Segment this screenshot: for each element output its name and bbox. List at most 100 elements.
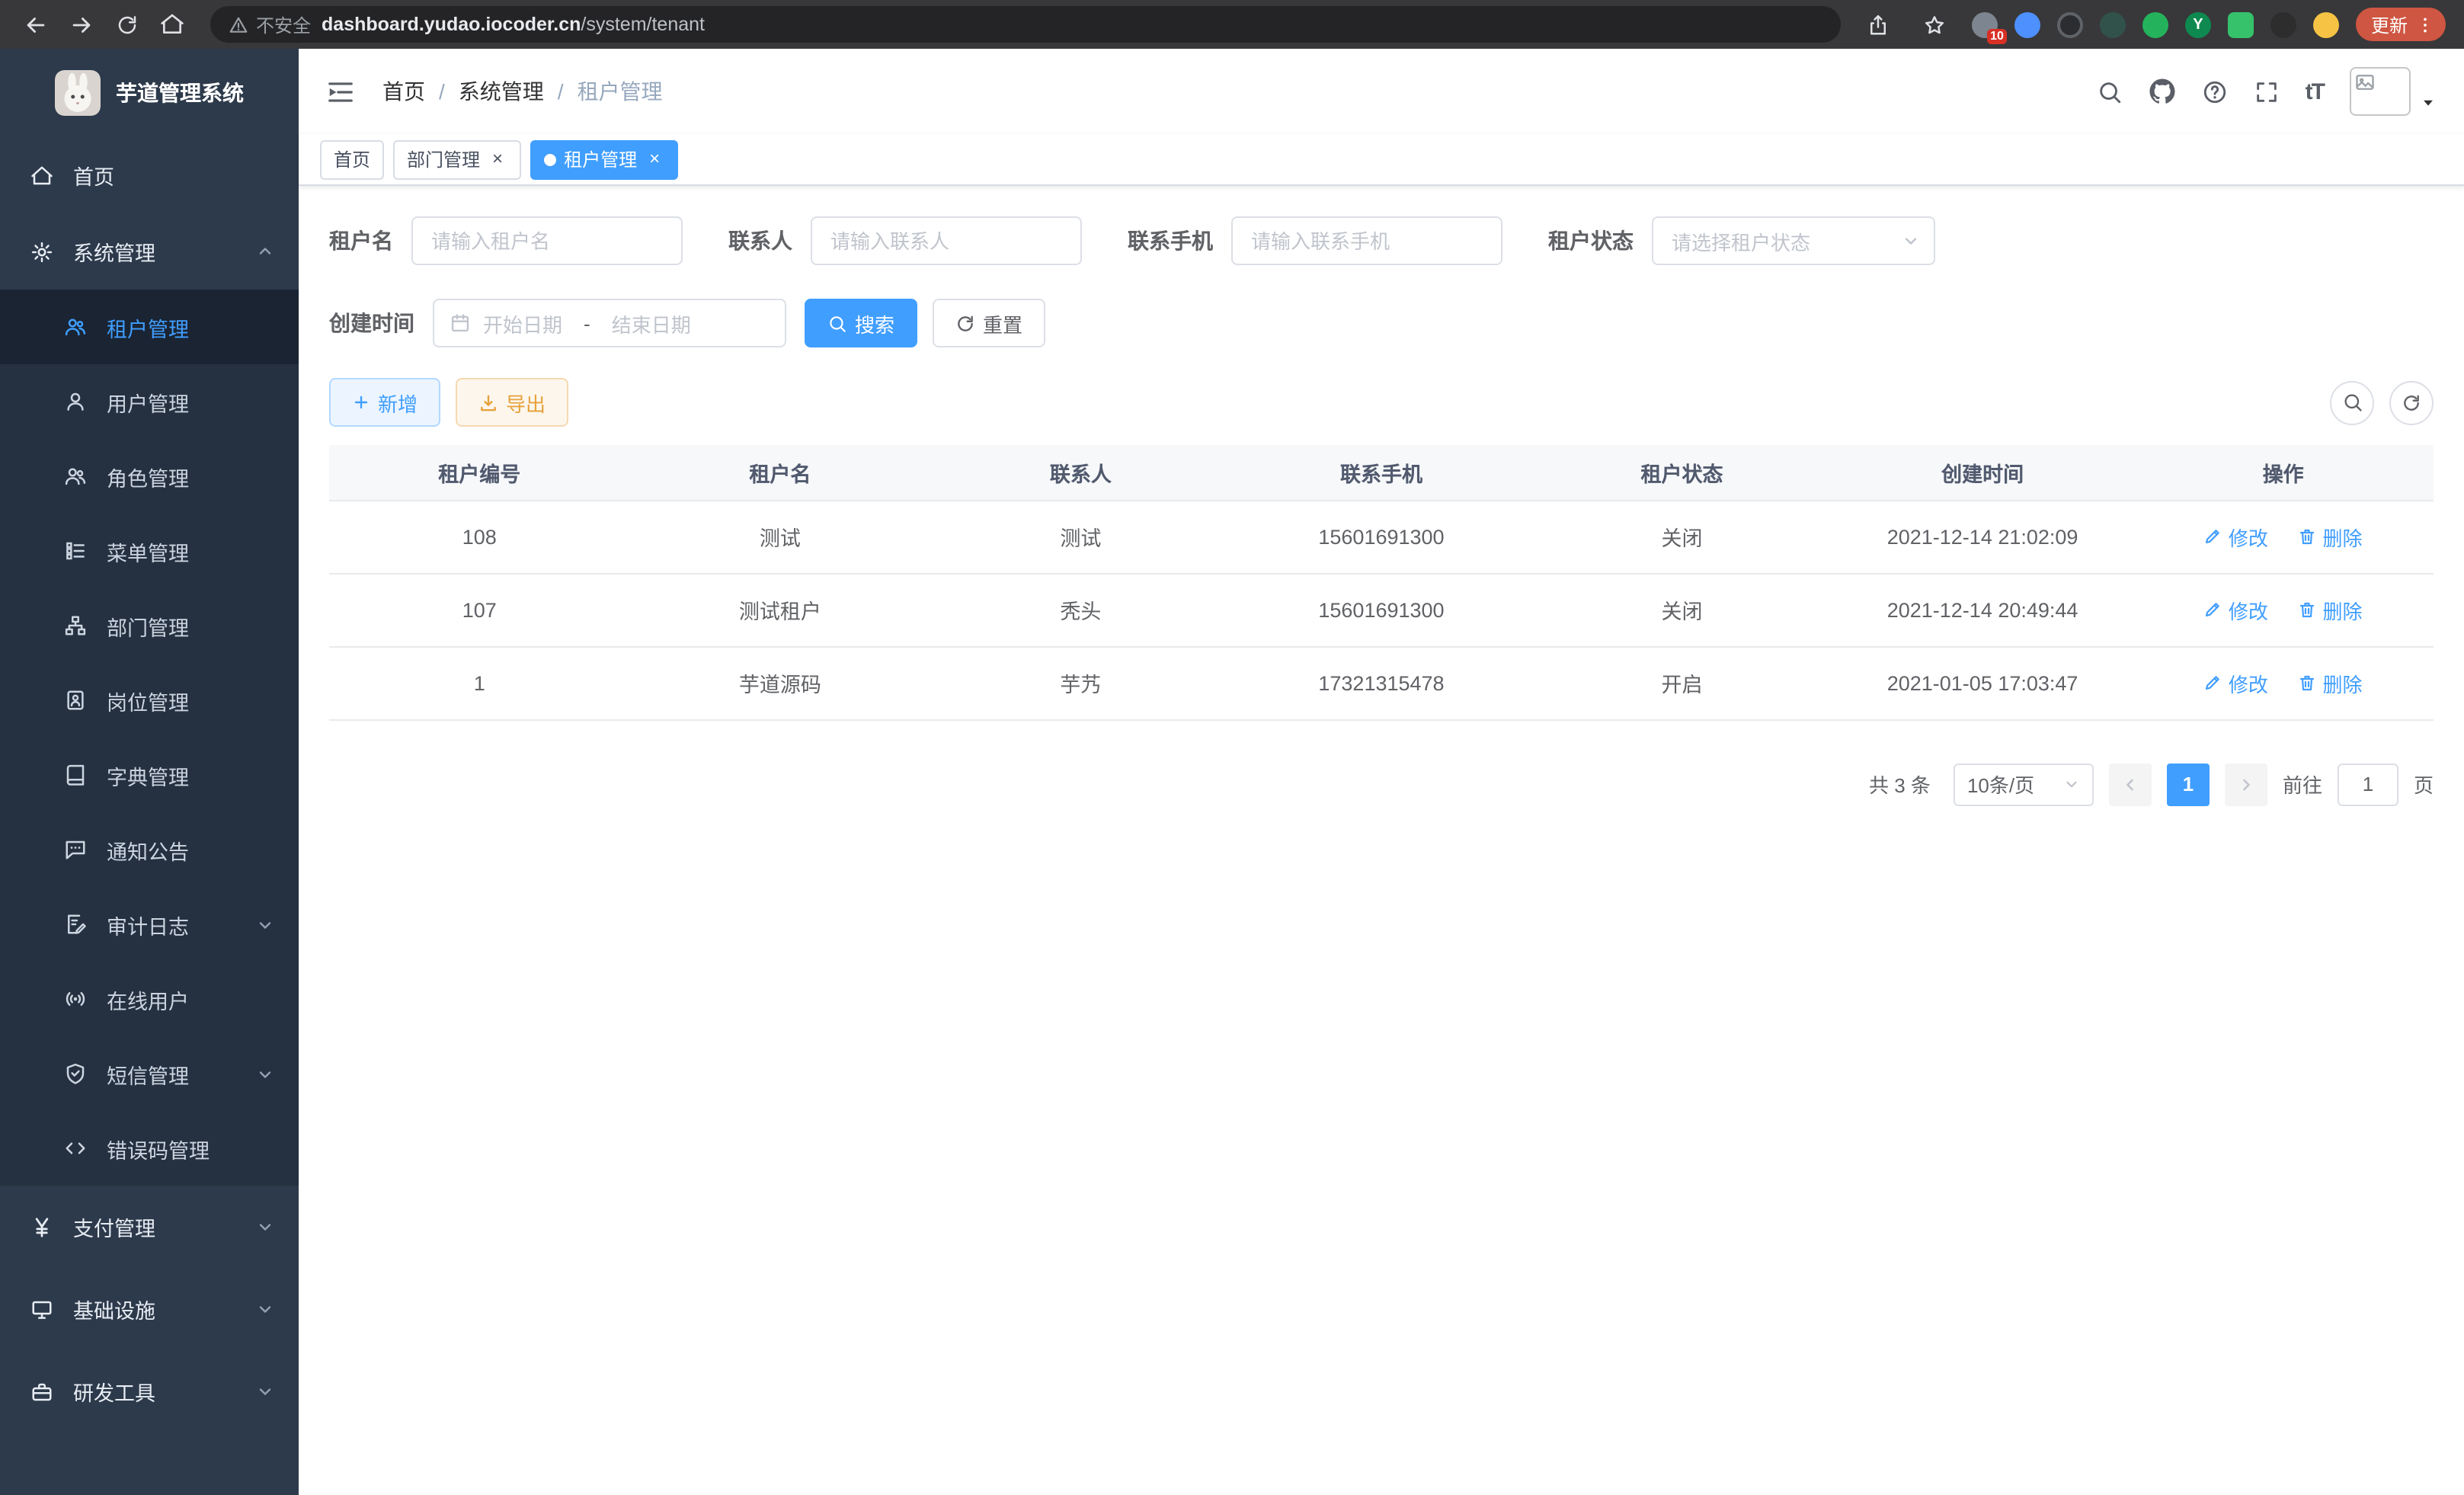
cell-phone: 15601691300 [1231,573,1532,646]
extension-icon-plug[interactable] [2270,11,2296,37]
search-icon [2341,392,2363,413]
tab-home[interactable]: 首页 [320,139,384,179]
cell-tenant-id: 108 [329,500,630,573]
extension-icon-password[interactable]: 10 [1972,11,1998,37]
cell-created: 2021-01-05 17:03:47 [1832,646,2133,719]
profile-avatar-icon[interactable] [2313,11,2339,37]
contact-label: 联系人 [728,226,792,256]
search-button[interactable]: 搜索 [805,299,917,347]
sidebar-item-post[interactable]: 岗位管理 [0,663,299,738]
page-size-value: 10条/页 [1967,770,2034,799]
extension-icon-note[interactable] [2228,11,2254,37]
sidebar-item-notice[interactable]: 通知公告 [0,812,299,887]
sidebar-item-home[interactable]: 首页 [0,137,299,213]
cell-tenant-name: 测试 [630,500,931,573]
extension-icon-blue[interactable] [2014,11,2040,37]
url-domain: dashboard.yudao.iocoder.cn [322,14,581,35]
close-icon[interactable]: × [645,149,664,169]
sidebar-group-label: 基础设施 [73,1294,155,1324]
back-button[interactable] [15,5,55,44]
tab-dept[interactable]: 部门管理 × [393,139,521,179]
app-logo: 芋道管理系统 [0,49,299,137]
address-bar[interactable]: 不安全 dashboard.yudao.iocoder.cn/system/te… [210,6,1841,43]
edit-icon [2204,600,2222,619]
sidebar-item-tenant[interactable]: 租户管理 [0,290,299,364]
goto-page-input[interactable] [2338,763,2398,805]
chevron-down-icon [1902,232,1920,250]
page-number-button[interactable]: 1 [2167,763,2210,805]
sidebar-item-label: 错误码管理 [107,1133,210,1164]
sidebar-toggle-button[interactable] [326,77,355,106]
add-button-label: 新增 [378,388,418,417]
phone-input[interactable] [1231,216,1502,265]
add-button[interactable]: 新增 [329,378,440,427]
col-actions: 操作 [2133,445,2434,500]
delete-button[interactable]: 删除 [2298,522,2362,551]
app-title: 芋道管理系统 [116,78,244,108]
extension-icon-dark-globe[interactable] [2057,11,2083,37]
date-range-picker[interactable]: 开始日期 - 结束日期 [433,299,786,347]
tenant-name-input[interactable] [411,216,683,265]
status-select[interactable]: 请选择租户状态 [1652,216,1935,265]
export-button[interactable]: 导出 [456,378,568,427]
tenant-icon [64,315,87,338]
breadcrumb-home[interactable]: 首页 [382,76,425,107]
delete-button[interactable]: 删除 [2298,595,2362,624]
col-status: 租户状态 [1531,445,1832,500]
reset-button[interactable]: 重置 [933,299,1045,347]
forward-button[interactable] [61,5,101,44]
delete-button[interactable]: 删除 [2298,668,2362,697]
sidebar-group-system[interactable]: 系统管理 [0,213,299,290]
share-button[interactable] [1859,5,1899,44]
filter-tenant-name: 租户名 [329,216,683,265]
date-end-placeholder: 结束日期 [612,309,691,338]
sidebar-group-payment[interactable]: 支付管理 [0,1186,299,1268]
extension-icon-darkgreen[interactable] [2100,11,2126,37]
cell-status: 开启 [1531,646,1832,719]
extension-icon-green[interactable] [2142,11,2168,37]
breadcrumb-system[interactable]: 系统管理 [459,76,544,107]
edit-button[interactable]: 修改 [2204,668,2268,697]
toggle-search-button[interactable] [2330,380,2374,424]
delete-label: 删除 [2322,668,2362,697]
org-tree-icon [64,614,87,637]
github-button[interactable] [2149,78,2176,105]
sidebar-item-role[interactable]: 角色管理 [0,439,299,514]
user-menu[interactable] [2350,67,2437,116]
contact-input[interactable] [811,216,1082,265]
sidebar-group-devtools[interactable]: 研发工具 [0,1350,299,1433]
bookmark-button[interactable] [1915,5,1955,44]
sidebar-item-menu[interactable]: 菜单管理 [0,514,299,588]
header-search-button[interactable] [2097,78,2123,104]
prev-page-button[interactable] [2109,763,2152,805]
next-page-button[interactable] [2225,763,2267,805]
edit-button[interactable]: 修改 [2204,595,2268,624]
sidebar-item-dict[interactable]: 字典管理 [0,738,299,812]
page-size-select[interactable]: 10条/页 [1954,763,2094,805]
sidebar-item-dept[interactable]: 部门管理 [0,588,299,663]
fullscreen-button[interactable] [2254,78,2280,104]
update-button[interactable]: 更新 [2356,8,2446,41]
security-label: 不安全 [256,11,311,37]
sidebar-item-error-code[interactable]: 错误码管理 [0,1111,299,1186]
reload-button[interactable] [107,5,146,44]
sidebar-item-sms[interactable]: 短信管理 [0,1036,299,1111]
sidebar-group-infra[interactable]: 基础设施 [0,1268,299,1350]
download-icon [478,392,498,412]
close-icon[interactable]: × [488,149,507,169]
tab-tenant[interactable]: 租户管理 × [530,139,678,179]
share-icon [1867,13,1890,36]
sidebar-item-user[interactable]: 用户管理 [0,364,299,439]
question-icon [2202,78,2228,104]
refresh-table-button[interactable] [2389,380,2434,424]
help-button[interactable] [2202,78,2228,104]
extension-icon-y[interactable]: Y [2185,11,2211,37]
home-button[interactable] [152,5,192,44]
font-size-button[interactable]: tT [2306,78,2324,104]
sidebar-item-online-user[interactable]: 在线用户 [0,962,299,1036]
logo-avatar [55,70,101,116]
security-badge[interactable]: 不安全 [229,11,311,37]
sidebar-item-audit-log[interactable]: 审计日志 [0,887,299,962]
edit-button[interactable]: 修改 [2204,522,2268,551]
browser-actions: 10 Y 更新 [1859,5,2449,44]
